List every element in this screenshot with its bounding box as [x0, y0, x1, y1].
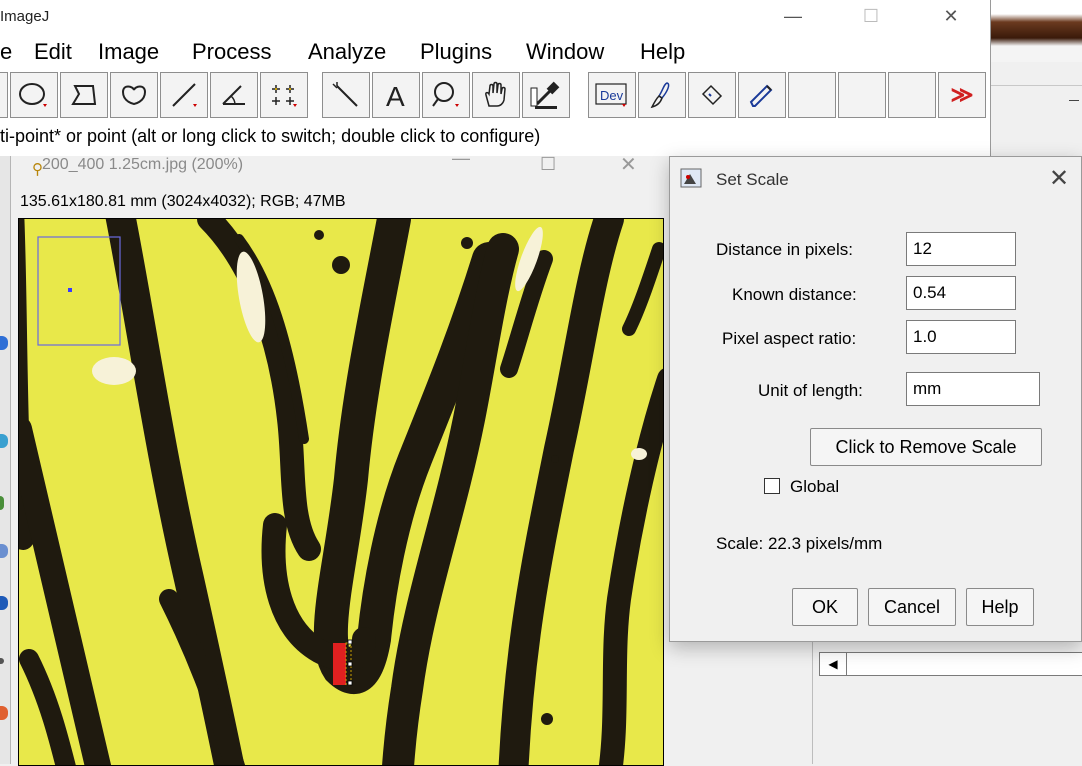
- fingerprint-image[interactable]: [19, 219, 663, 765]
- background-window-edge: [990, 85, 1082, 86]
- menu-window[interactable]: Window: [526, 39, 604, 65]
- image-window-title: 200_400 1.25cm.jpg (200%): [42, 156, 244, 173]
- rectangle-tool[interactable]: [0, 72, 8, 118]
- minimize-button[interactable]: —: [770, 0, 816, 32]
- background-window: ◀: [812, 642, 1082, 764]
- image-canvas[interactable]: [18, 218, 664, 766]
- title-bar: ImageJ — ☐ ✕: [0, 0, 990, 34]
- line-icon: [172, 83, 197, 107]
- angle-tool[interactable]: [210, 72, 258, 118]
- imagej-app-icon: [680, 168, 702, 188]
- flood-fill-tool[interactable]: [688, 72, 736, 118]
- freehand-tool[interactable]: [110, 72, 158, 118]
- menu-analyze[interactable]: Analyze: [308, 39, 386, 65]
- unit-of-length-label: Unit of length:: [758, 381, 863, 400]
- help-button[interactable]: Help: [966, 588, 1034, 626]
- polygon-icon: [71, 85, 97, 105]
- distance-in-pixels-field[interactable]: 12: [906, 232, 1016, 266]
- magnifier-icon: [432, 82, 459, 107]
- close-button[interactable]: ✕: [928, 0, 974, 32]
- line-selection: [333, 643, 346, 685]
- brush-tool[interactable]: [638, 72, 686, 118]
- oval-icon: [19, 83, 47, 107]
- cancel-button[interactable]: Cancel: [868, 588, 956, 626]
- partial-icon: [0, 658, 4, 664]
- text-tool[interactable]: A: [372, 72, 420, 118]
- image-maximize-button[interactable]: ☐: [540, 154, 556, 175]
- window-title: ImageJ: [0, 8, 50, 25]
- dev-icon: Dev: [595, 83, 627, 107]
- menu-image[interactable]: Image: [98, 39, 159, 65]
- maximize-button[interactable]: ☐: [848, 0, 894, 32]
- wand-icon: [332, 82, 358, 107]
- known-distance-label: Known distance:: [732, 285, 857, 304]
- scroll-left-arrow[interactable]: ◀: [819, 652, 847, 676]
- menu-plugins[interactable]: Plugins: [420, 39, 492, 65]
- partial-icon: [0, 706, 8, 720]
- menu-bar: e Edit Image Process Analyze Plugins Win…: [0, 36, 990, 68]
- menu-file[interactable]: e: [0, 39, 12, 65]
- menu-edit[interactable]: Edit: [34, 39, 72, 65]
- bucket-icon: [701, 84, 723, 106]
- ok-button[interactable]: OK: [792, 588, 858, 626]
- zoom-tool[interactable]: [422, 72, 470, 118]
- hand-tool[interactable]: [472, 72, 520, 118]
- wand-tool[interactable]: [322, 72, 370, 118]
- line-tool[interactable]: [160, 72, 208, 118]
- more-tools-button[interactable]: ≫: [938, 72, 986, 118]
- horizontal-scrollbar[interactable]: [847, 652, 1082, 676]
- pixel-aspect-ratio-field[interactable]: 1.0: [906, 320, 1016, 354]
- dropper-icon: [530, 81, 560, 109]
- pixel-aspect-ratio-label: Pixel aspect ratio:: [722, 329, 857, 348]
- pencil-icon: [749, 84, 773, 107]
- image-info: 135.61x180.81 mm (3024x4032); RGB; 47MB: [20, 193, 346, 210]
- multi-point-icon: [272, 85, 297, 107]
- unit-of-length-field[interactable]: mm: [906, 372, 1040, 406]
- text-icon: A: [386, 81, 405, 110]
- polygon-tool[interactable]: [60, 72, 108, 118]
- toolbar: A Dev ≫: [0, 70, 990, 120]
- partial-icon: [0, 544, 8, 558]
- global-label: Global: [790, 477, 840, 496]
- menu-help[interactable]: Help: [640, 39, 685, 65]
- known-distance-field[interactable]: 0.54: [906, 276, 1016, 310]
- color-picker-tool[interactable]: [522, 72, 570, 118]
- freehand-icon: [121, 85, 147, 106]
- dev-tool[interactable]: Dev: [588, 72, 636, 118]
- pencil-tool[interactable]: [738, 72, 786, 118]
- remove-scale-button[interactable]: Click to Remove Scale: [810, 428, 1042, 466]
- partial-icon: [0, 434, 8, 448]
- svg-text:A: A: [386, 81, 405, 110]
- empty-tool-slot[interactable]: [788, 72, 836, 118]
- background-window-minimize: [1069, 100, 1079, 101]
- partial-icon: [0, 596, 8, 610]
- multi-point-tool[interactable]: [260, 72, 308, 118]
- empty-tool-slot[interactable]: [888, 72, 936, 118]
- image-minimize-button[interactable]: —: [452, 148, 470, 169]
- distance-in-pixels-label: Distance in pixels:: [716, 240, 854, 259]
- dialog-title: Set Scale: [716, 170, 789, 189]
- imagej-main-window: ImageJ — ☐ ✕ e Edit Image Process Analyz…: [0, 0, 991, 157]
- hand-icon: [485, 81, 506, 107]
- scale-readout: Scale: 22.3 pixels/mm: [716, 534, 883, 553]
- partial-icon: [0, 496, 4, 510]
- angle-icon: [222, 85, 245, 105]
- svg-text:Dev: Dev: [600, 88, 624, 103]
- desktop-background: [990, 0, 1082, 62]
- image-close-button[interactable]: ✕: [620, 152, 637, 177]
- dialog-close-button[interactable]: ✕: [1044, 164, 1074, 193]
- background-window-edge: [0, 156, 10, 764]
- oval-tool[interactable]: [10, 72, 58, 118]
- menu-process[interactable]: Process: [192, 39, 271, 65]
- global-checkbox[interactable]: [764, 478, 780, 494]
- brush-icon: [650, 82, 670, 109]
- partial-icon: [0, 336, 8, 350]
- double-chevron-icon: ≫: [950, 82, 974, 107]
- empty-tool-slot[interactable]: [838, 72, 886, 118]
- status-bar: ti-point* or point (alt or long click to…: [0, 126, 541, 146]
